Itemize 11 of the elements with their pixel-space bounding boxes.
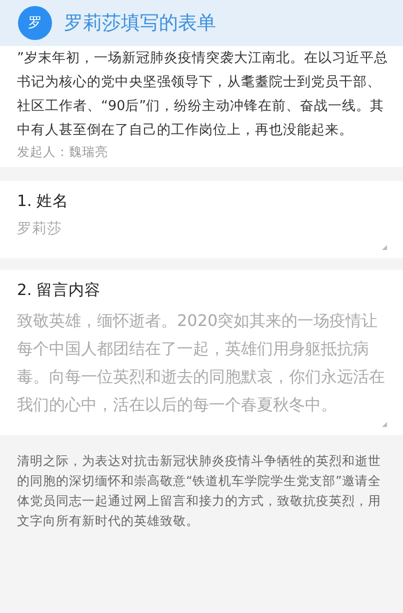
initiator-label: 发起人：魏瑞亮 xyxy=(17,144,109,161)
answer-field[interactable]: 罗莉莎 xyxy=(17,218,389,254)
footer-text: 清明之际，为表达对抗击新冠状肺炎疫情斗争牺牲的英烈和逝世的同胞的深切缅怀和崇高敬意“铁道机车学院学生党支部”邀请全体党员同志一起通过网上留言和接力的方式，致敬抗疫英烈，用文字向所有新时代的英雄致敬。 xyxy=(16,452,382,530)
form-title: 罗莉莎填写的表单 xyxy=(64,11,216,36)
question-title: 1. 姓名 xyxy=(17,191,70,212)
resize-grip-icon[interactable] xyxy=(382,422,387,427)
resize-grip-icon[interactable] xyxy=(382,245,387,250)
question-title: 2. 留言内容 xyxy=(17,280,102,301)
intro-text: ”岁末年初，一场新冠肺炎疫情突袭大江南北。在以习近平总书记为核心的党中央坚强领导下，从耄耋院士到党员干部、社区工作者、“90后”们，纷纷主动冲锋在前、奋战一线。其中有人甚至倒在了自己的工作岗位上，再也没能起来。 xyxy=(17,49,389,140)
answer-textarea[interactable]: 致敬英雄，缅怀逝者。2020突如其来的一场疫情让每个中国人都团结在了一起，英雄们用身躯抵抗病毒。向每一位英烈和逝去的同胞默哀，你们永远活在我们的心中，活在以后的每一个春夏秋冬中。 xyxy=(17,307,389,431)
avatar: 罗 xyxy=(18,6,52,40)
